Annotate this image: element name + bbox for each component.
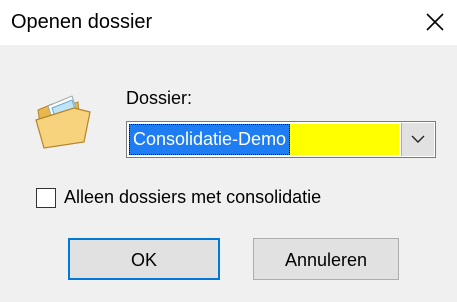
- dossier-label: Dossier:: [126, 88, 193, 108]
- chevron-down-icon: [411, 135, 425, 143]
- ok-button[interactable]: OK: [68, 238, 220, 280]
- close-icon[interactable]: [421, 8, 449, 36]
- open-folder-icon: [35, 95, 91, 149]
- only-consolidation-label[interactable]: Alleen dossiers met consolidatie: [64, 187, 321, 208]
- dossier-value[interactable]: Consolidatie-Demo: [129, 124, 291, 155]
- cancel-button[interactable]: Annuleren: [253, 238, 399, 280]
- dossier-combobox[interactable]: Consolidatie-Demo: [126, 121, 436, 158]
- window-title: Openen dossier: [11, 11, 153, 33]
- only-consolidation-checkbox[interactable]: [36, 188, 56, 208]
- title-bar: Openen dossier: [0, 0, 457, 45]
- dropdown-button[interactable]: [401, 123, 434, 156]
